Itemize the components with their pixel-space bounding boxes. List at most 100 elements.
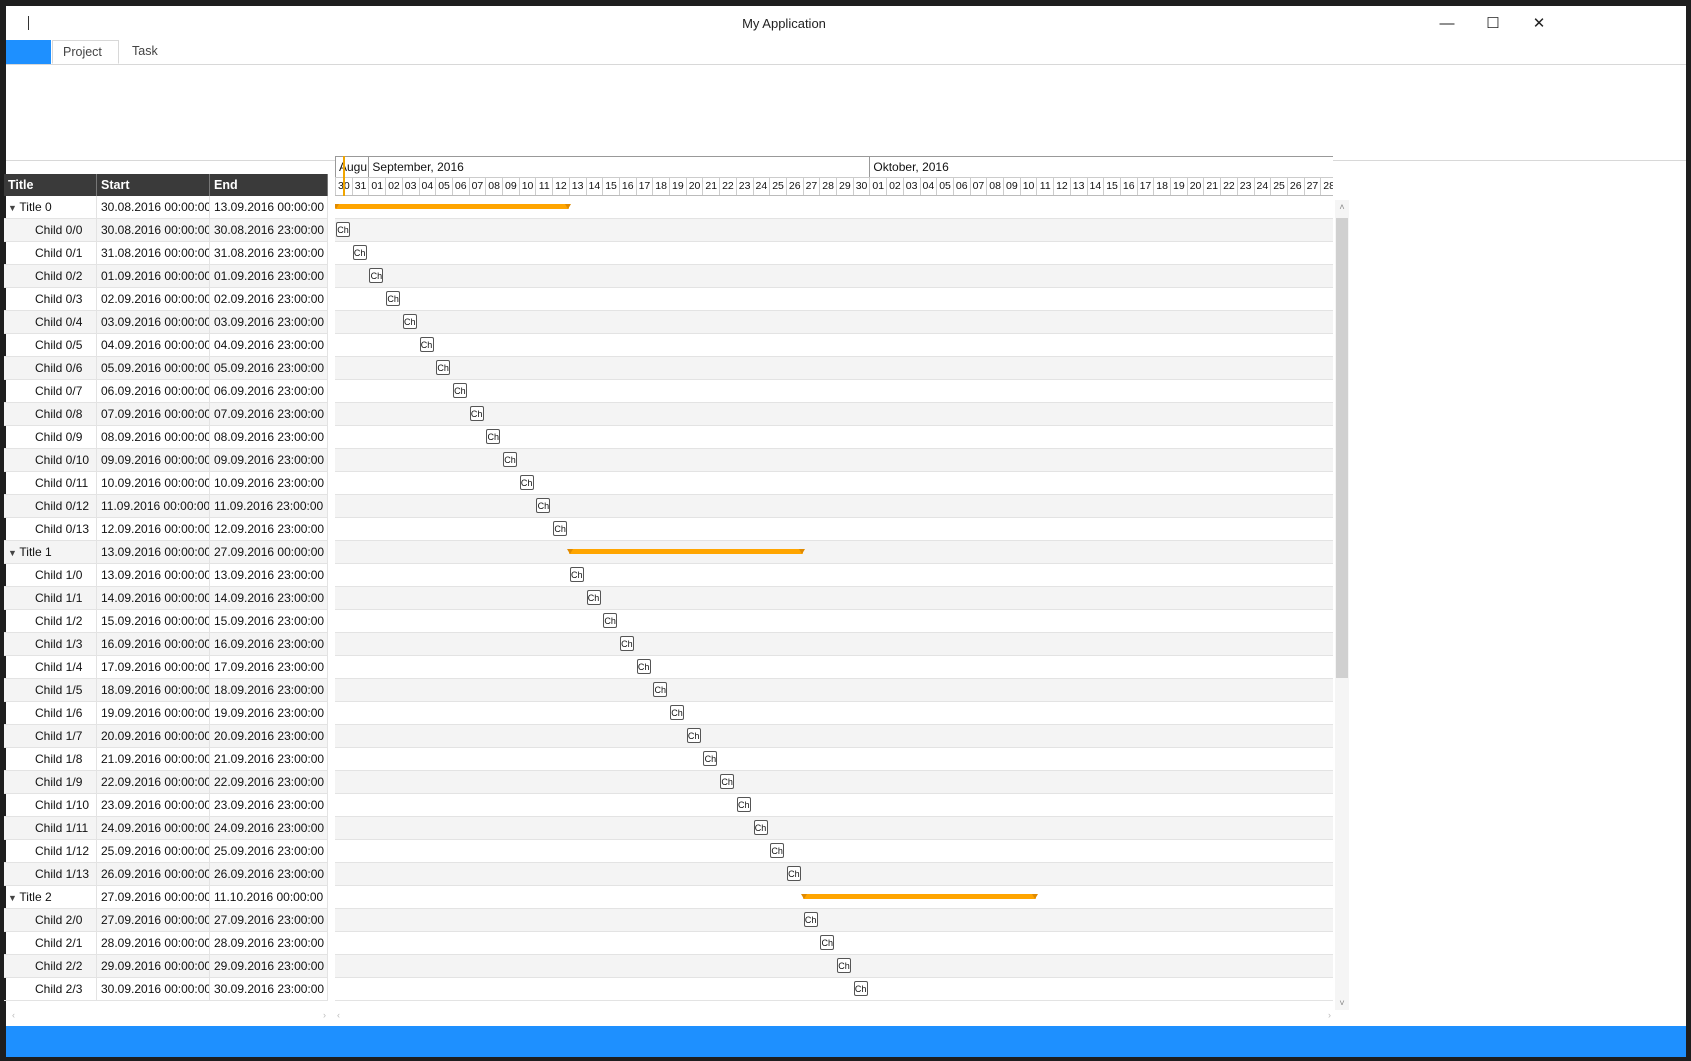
scroll-up-icon[interactable]: ˄ [1335, 200, 1349, 214]
table-row[interactable]: Child 0/7 06.09.2016 00:00:00 06.09.2016 2… [4, 380, 328, 403]
table-row[interactable]: Child 0/12 11.09.2016 00:00:00 11.09.2016 … [4, 495, 328, 518]
cell-start: 30.09.2016 00:00:00 [97, 978, 210, 1000]
task-bar[interactable]: Ch [436, 360, 451, 375]
summary-bar[interactable] [335, 204, 571, 209]
table-row[interactable]: Child 2/0 27.09.2016 00:00:00 27.09.2016 2… [4, 909, 328, 932]
table-row[interactable]: Child 1/9 22.09.2016 00:00:00 22.09.2016 2… [4, 771, 328, 794]
table-row[interactable]: Child 1/1 14.09.2016 00:00:00 14.09.2016 2… [4, 587, 328, 610]
table-row[interactable]: Child 0/6 05.09.2016 00:00:00 05.09.2016 2… [4, 357, 328, 380]
task-bar[interactable]: Ch [402, 314, 417, 329]
grid-scroll-left-icon[interactable]: ‹ [12, 1010, 15, 1020]
horizontal-scrollbar[interactable]: ‹ › [335, 1010, 1333, 1022]
expand-toggle-icon[interactable]: ▼ [8, 548, 19, 558]
tab-project[interactable]: Project [52, 40, 119, 64]
task-bar[interactable]: Ch [486, 429, 501, 444]
file-tab[interactable] [6, 40, 51, 64]
task-bar[interactable]: Ch [352, 245, 367, 260]
table-row[interactable]: Child 1/5 18.09.2016 00:00:00 18.09.2016 2… [4, 679, 328, 702]
cell-title: Child 0/4 [4, 311, 97, 333]
task-bar[interactable]: Ch [419, 337, 434, 352]
table-row[interactable]: Child 2/1 28.09.2016 00:00:00 28.09.2016 2… [4, 932, 328, 955]
summary-row[interactable]: ▼ Title 2 27.09.2016 00:00:00 11.10.2016 0… [4, 886, 328, 909]
table-row[interactable]: Child 1/10 23.09.2016 00:00:00 23.09.2016 … [4, 794, 328, 817]
table-row[interactable]: Child 0/4 03.09.2016 00:00:00 03.09.2016 2… [4, 311, 328, 334]
table-row[interactable]: Child 1/7 20.09.2016 00:00:00 20.09.2016 2… [4, 725, 328, 748]
table-row[interactable]: Child 0/0 30.08.2016 00:00:00 30.08.2016 2… [4, 219, 328, 242]
table-row[interactable]: Child 0/9 08.09.2016 00:00:00 08.09.2016 2… [4, 426, 328, 449]
table-row[interactable]: Child 1/11 24.09.2016 00:00:00 24.09.2016 … [4, 817, 328, 840]
scroll-down-icon[interactable]: ˅ [1335, 996, 1349, 1010]
task-bar[interactable]: Ch [603, 613, 618, 628]
summary-row[interactable]: ▼ Title 0 30.08.2016 00:00:00 13.09.2016 0… [4, 196, 328, 219]
scroll-right-icon[interactable]: › [1328, 1010, 1331, 1020]
table-row[interactable]: Child 2/3 30.09.2016 00:00:00 30.09.2016 2… [4, 978, 328, 1001]
task-bar[interactable]: Ch [586, 590, 601, 605]
scroll-left-icon[interactable]: ‹ [337, 1010, 340, 1020]
task-bar[interactable]: Ch [369, 268, 384, 283]
cell-start: 10.09.2016 00:00:00 [97, 472, 210, 494]
task-bar[interactable]: Ch [770, 843, 785, 858]
task-bar[interactable]: Ch [503, 452, 517, 467]
task-bar[interactable]: Ch [820, 935, 835, 950]
maximize-button[interactable]: ☐ [1470, 6, 1516, 40]
grid-horizontal-scrollbar[interactable]: ‹ › [4, 1010, 328, 1022]
table-row[interactable]: Child 0/10 09.09.2016 00:00:00 09.09.2016 … [4, 449, 328, 472]
table-row[interactable]: Child 2/2 29.09.2016 00:00:00 29.09.2016 2… [4, 955, 328, 978]
summary-row[interactable]: ▼ Title 1 13.09.2016 00:00:00 27.09.2016 0… [4, 541, 328, 564]
gantt-row: Ch [335, 334, 1333, 357]
task-bar[interactable]: Ch [753, 820, 768, 835]
task-bar[interactable]: Ch [853, 981, 868, 996]
table-row[interactable]: Child 1/4 17.09.2016 00:00:00 17.09.2016 2… [4, 656, 328, 679]
summary-bar[interactable] [566, 549, 805, 554]
task-bar[interactable]: Ch [736, 797, 751, 812]
task-bar[interactable]: Ch [786, 866, 801, 881]
table-row[interactable]: Child 0/3 02.09.2016 00:00:00 02.09.2016 2… [4, 288, 328, 311]
task-bar[interactable]: Ch [686, 728, 701, 743]
table-row[interactable]: Child 1/6 19.09.2016 00:00:00 19.09.2016 2… [4, 702, 328, 725]
table-row[interactable]: Child 0/2 01.09.2016 00:00:00 01.09.2016 2… [4, 265, 328, 288]
task-bar[interactable]: Ch [569, 567, 584, 582]
vertical-scrollbar[interactable]: ˄ ˅ [1335, 200, 1349, 1010]
task-bar[interactable]: Ch [837, 958, 851, 973]
task-bar[interactable]: Ch [653, 682, 668, 697]
expand-toggle-icon[interactable]: ▼ [8, 203, 19, 213]
task-bar[interactable]: Ch [386, 291, 401, 306]
summary-bar[interactable] [800, 894, 1039, 899]
timeline-day: 18 [1153, 177, 1170, 195]
grid-scroll-right-icon[interactable]: › [323, 1010, 326, 1020]
table-row[interactable]: Child 0/11 10.09.2016 00:00:00 10.09.2016 … [4, 472, 328, 495]
task-bar[interactable]: Ch [452, 383, 467, 398]
table-row[interactable]: Child 1/0 13.09.2016 00:00:00 13.09.2016 2… [4, 564, 328, 587]
table-row[interactable]: Child 0/1 31.08.2016 00:00:00 31.08.2016 2… [4, 242, 328, 265]
expand-toggle-icon[interactable]: ▼ [8, 893, 19, 903]
cell-title: Child 1/1 [4, 587, 97, 609]
cell-end: 27.09.2016 23:00:00 [210, 909, 328, 931]
column-header-title[interactable]: Title [4, 174, 97, 196]
scroll-thumb[interactable] [1336, 218, 1348, 678]
column-header-start[interactable]: Start [97, 174, 210, 196]
task-bar[interactable]: Ch [720, 774, 735, 789]
task-bar[interactable]: Ch [336, 222, 350, 237]
table-row[interactable]: Child 0/8 07.09.2016 00:00:00 07.09.2016 2… [4, 403, 328, 426]
task-bar[interactable]: Ch [636, 659, 651, 674]
table-row[interactable]: Child 1/3 16.09.2016 00:00:00 16.09.2016 2… [4, 633, 328, 656]
table-row[interactable]: Child 0/13 12.09.2016 00:00:00 12.09.2016 … [4, 518, 328, 541]
task-bar[interactable]: Ch [553, 521, 568, 536]
tab-task[interactable]: Task [122, 40, 168, 64]
task-bar[interactable]: Ch [803, 912, 818, 927]
table-row[interactable]: Child 1/8 21.09.2016 00:00:00 21.09.2016 2… [4, 748, 328, 771]
table-row[interactable]: Child 1/13 26.09.2016 00:00:00 26.09.2016 … [4, 863, 328, 886]
task-bar[interactable]: Ch [619, 636, 634, 651]
task-bar[interactable]: Ch [536, 498, 551, 513]
task-bar[interactable]: Ch [519, 475, 534, 490]
task-bar[interactable]: Ch [703, 751, 718, 766]
table-row[interactable]: Child 0/5 04.09.2016 00:00:00 04.09.2016 2… [4, 334, 328, 357]
task-bar[interactable]: Ch [469, 406, 484, 421]
minimize-button[interactable]: — [1424, 6, 1470, 40]
timeline-day: 05 [936, 177, 953, 195]
table-row[interactable]: Child 1/2 15.09.2016 00:00:00 15.09.2016 2… [4, 610, 328, 633]
task-bar[interactable]: Ch [670, 705, 684, 720]
table-row[interactable]: Child 1/12 25.09.2016 00:00:00 25.09.2016 … [4, 840, 328, 863]
column-header-end[interactable]: End [210, 174, 328, 196]
close-button[interactable]: ✕ [1516, 6, 1562, 40]
